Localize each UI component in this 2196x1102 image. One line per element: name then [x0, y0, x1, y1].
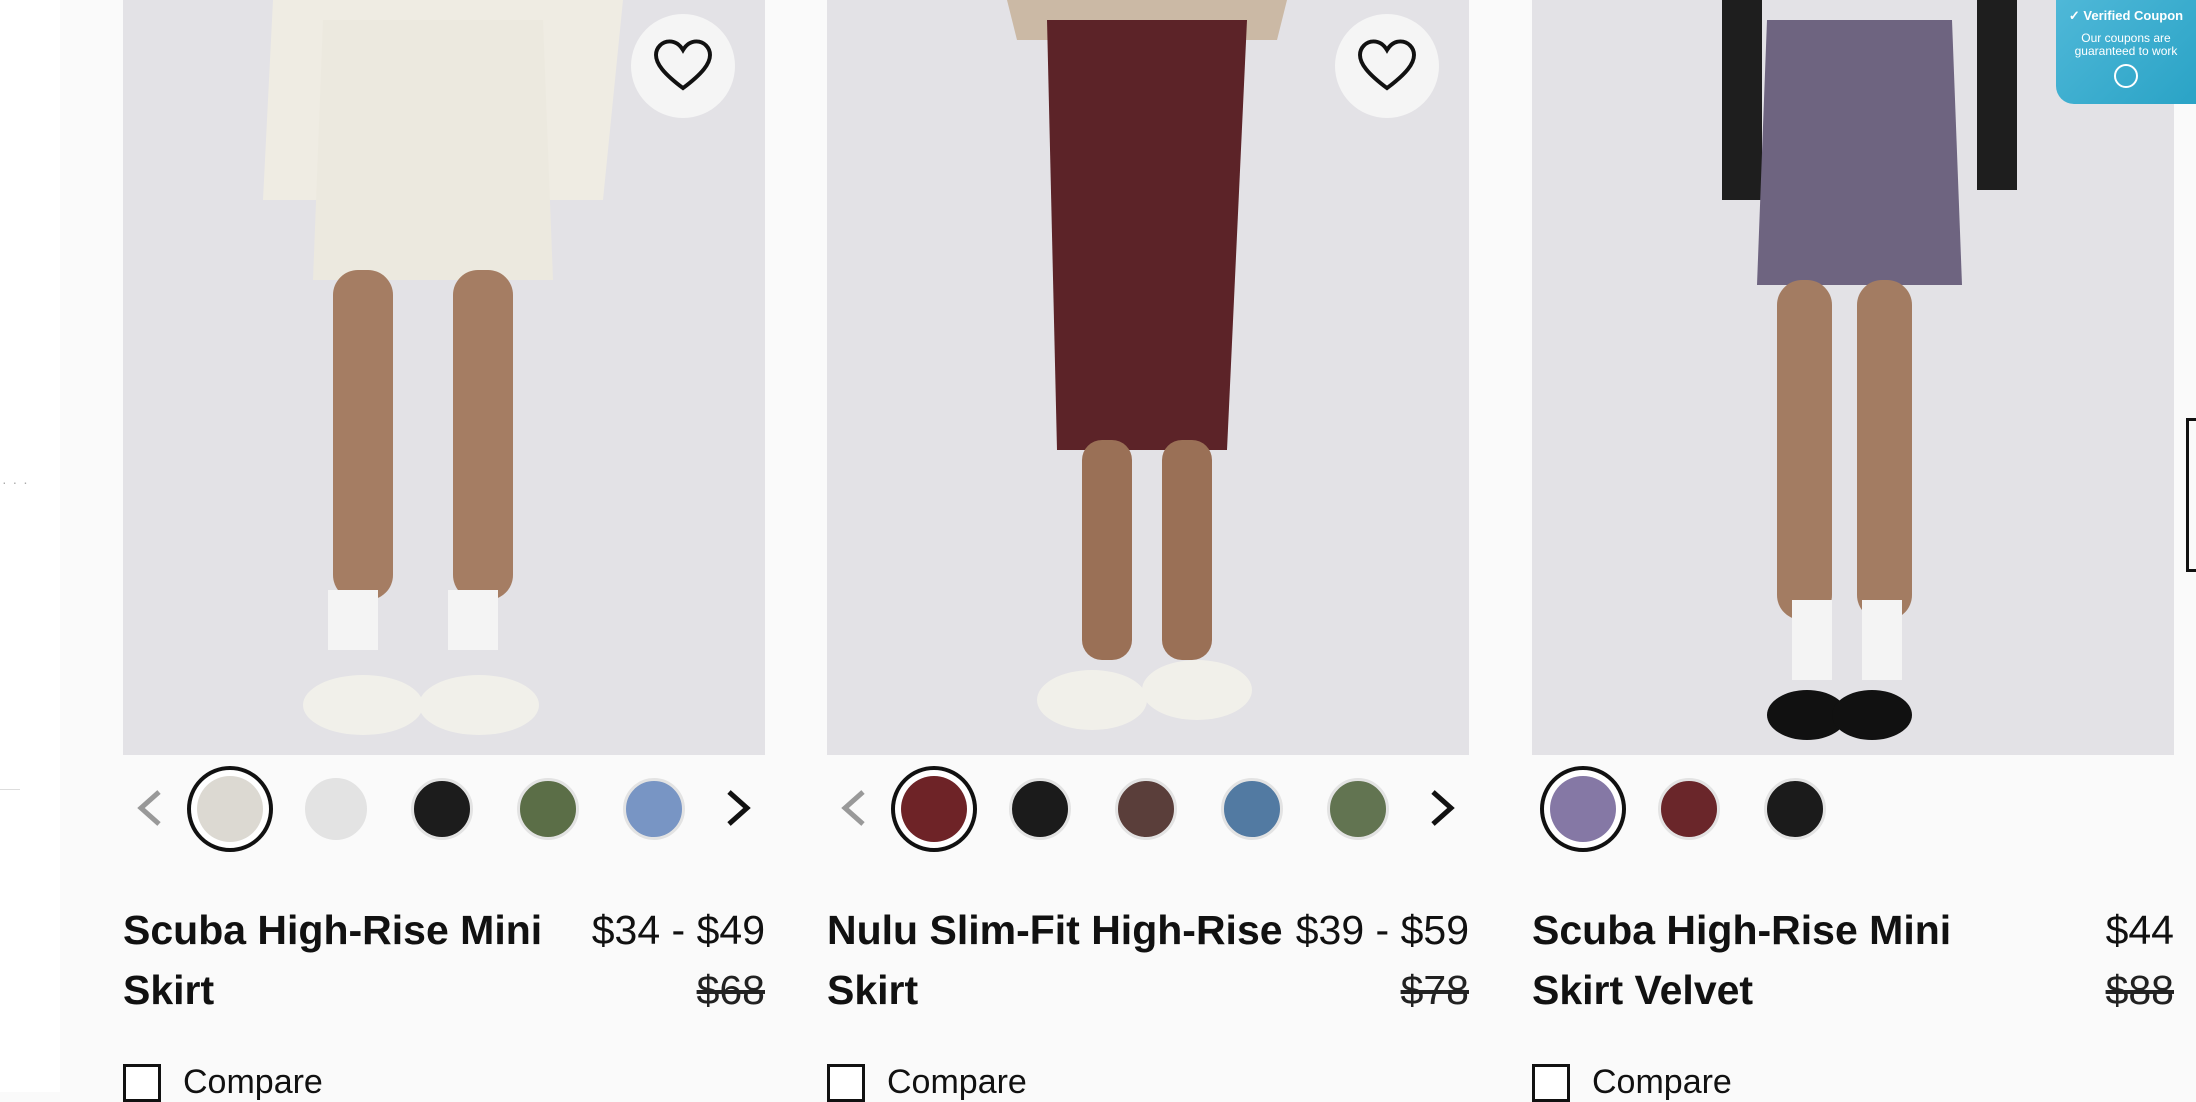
- swatch-prev-button[interactable]: [837, 788, 873, 828]
- chevron-right-icon: [727, 790, 751, 826]
- compare-checkbox[interactable]: Compare: [1532, 1063, 1732, 1102]
- check-circle-icon: ✓: [2068, 8, 2084, 23]
- product-image[interactable]: [123, 0, 765, 755]
- compare-checkbox[interactable]: Compare: [123, 1063, 323, 1102]
- divider-line: [0, 789, 20, 790]
- sale-price: $34 - $49: [591, 907, 765, 953]
- product-card[interactable]: Nulu Slim-Fit High-Rise Skirt $39 - $59 …: [827, 0, 1469, 1102]
- color-swatch[interactable]: [411, 778, 473, 840]
- product-image[interactable]: [827, 0, 1469, 755]
- swatch-next-button[interactable]: [719, 788, 755, 828]
- coupon-logo-icon: [2114, 64, 2138, 88]
- product-image[interactable]: [1532, 0, 2174, 755]
- checkbox-box[interactable]: [123, 1063, 161, 1102]
- favorite-button[interactable]: [631, 14, 735, 118]
- coupon-title: ✓ Verified Coupon: [2056, 8, 2196, 24]
- product-photo: [1532, 0, 2174, 755]
- color-swatch[interactable]: [305, 778, 367, 840]
- heart-outline-icon: [654, 39, 712, 91]
- coupon-subtitle: Our coupons are guaranteed to work: [2074, 31, 2178, 58]
- chevron-left-icon: [137, 790, 161, 826]
- original-price: $68: [696, 967, 765, 1013]
- product-name[interactable]: Nulu Slim-Fit High-Rise Skirt: [827, 900, 1287, 1020]
- color-swatch[interactable]: [1009, 778, 1071, 840]
- original-price: $78: [1400, 967, 1469, 1013]
- product-name[interactable]: Scuba High-Rise Mini Skirt Velvet: [1532, 900, 2052, 1020]
- color-swatch-selected[interactable]: [891, 766, 977, 852]
- product-price: $34 - $49 $68: [565, 900, 765, 1020]
- swatch-next-button[interactable]: [1423, 788, 1459, 828]
- compare-label: Compare: [1592, 1063, 1732, 1101]
- product-card[interactable]: Scuba High-Rise Mini Skirt $34 - $49 $68…: [123, 0, 765, 1102]
- color-swatch-selected[interactable]: [1540, 766, 1626, 852]
- chevron-right-icon: [1431, 790, 1455, 826]
- color-swatch[interactable]: [1764, 778, 1826, 840]
- side-panel-handle[interactable]: [2186, 418, 2196, 572]
- swatch-prev-button[interactable]: [133, 788, 169, 828]
- color-swatch-selected[interactable]: [187, 766, 273, 852]
- product-card[interactable]: Scuba High-Rise Mini Skirt Velvet $44 $8…: [1532, 0, 2174, 1102]
- original-price: $88: [2105, 967, 2174, 1013]
- left-rail: · · ·: [0, 0, 60, 1092]
- compare-label: Compare: [183, 1063, 323, 1101]
- swatch-fill: [901, 776, 967, 842]
- swatch-fill: [1550, 776, 1616, 842]
- verified-coupon-badge[interactable]: ✓ Verified Coupon Our coupons are guaran…: [2056, 0, 2196, 104]
- color-swatch[interactable]: [1658, 778, 1720, 840]
- color-swatch[interactable]: [623, 778, 685, 840]
- heart-outline-icon: [1358, 39, 1416, 91]
- swatch-fill: [197, 776, 263, 842]
- sale-price: $44: [2105, 907, 2174, 953]
- color-swatch[interactable]: [1327, 778, 1389, 840]
- compare-checkbox[interactable]: Compare: [827, 1063, 1027, 1102]
- color-swatch[interactable]: [1221, 778, 1283, 840]
- checkbox-box[interactable]: [827, 1063, 865, 1102]
- favorite-button[interactable]: [1335, 14, 1439, 118]
- chevron-left-icon: [841, 790, 865, 826]
- compare-label: Compare: [887, 1063, 1027, 1101]
- coupon-title-text: Verified Coupon: [2083, 8, 2184, 23]
- product-name[interactable]: Scuba High-Rise Mini Skirt: [123, 900, 563, 1020]
- color-swatch[interactable]: [1115, 778, 1177, 840]
- color-swatch[interactable]: [517, 778, 579, 840]
- product-price: $44 $88: [2054, 900, 2174, 1020]
- product-price: $39 - $59 $78: [1269, 900, 1469, 1020]
- sale-price: $39 - $59: [1295, 907, 1469, 953]
- divider-dots: · · ·: [2, 474, 29, 490]
- checkbox-box[interactable]: [1532, 1063, 1570, 1102]
